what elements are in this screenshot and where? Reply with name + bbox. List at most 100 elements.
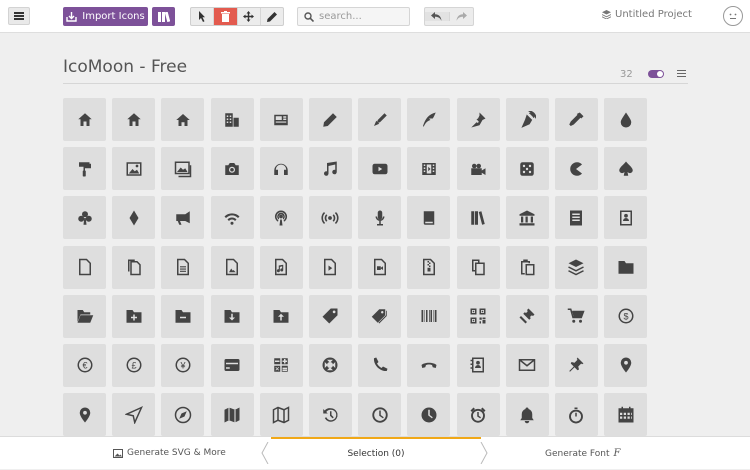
icon-tile[interactable] [210,245,254,289]
icon-tile[interactable] [407,393,451,437]
icon-tile[interactable] [358,147,402,191]
icon-tile[interactable] [112,245,156,289]
icon-tile[interactable] [161,147,205,191]
icon-tile[interactable] [604,147,648,191]
icon-tile[interactable] [407,196,451,240]
icon-tile[interactable]: £ [112,343,156,387]
generate-font-button[interactable]: Generate Font F [545,448,620,459]
icon-tile[interactable] [63,196,106,240]
icon-tile[interactable] [210,343,254,387]
icon-tile[interactable] [554,294,598,338]
icon-tile[interactable] [505,294,549,338]
icon-tile[interactable] [604,98,648,141]
icon-tile[interactable] [358,196,402,240]
icon-tile[interactable] [112,98,156,141]
icon-tile[interactable] [259,196,303,240]
icon-tile[interactable] [308,393,352,437]
icon-tile[interactable] [210,294,254,338]
icon-tile[interactable] [604,245,648,289]
icon-tile[interactable] [505,98,549,141]
icon-set-title[interactable]: IcoMoon - Free [63,57,187,77]
icon-tile[interactable] [505,245,549,289]
icon-tile[interactable] [554,147,598,191]
select-tool[interactable] [191,8,215,25]
icon-tile[interactable] [112,294,156,338]
icon-tile[interactable] [308,343,352,387]
icon-tile[interactable] [358,343,402,387]
move-tool[interactable] [238,8,261,25]
icon-tile[interactable] [308,294,352,338]
icon-tile[interactable] [161,393,205,437]
icon-tile[interactable] [308,147,352,191]
icon-tile[interactable] [63,98,106,141]
edit-tool[interactable] [261,8,283,25]
icon-tile[interactable] [554,196,598,240]
icon-tile[interactable] [505,147,549,191]
icon-tile[interactable] [161,98,205,141]
icon-tile[interactable] [456,294,500,338]
icon-tile[interactable] [505,343,549,387]
user-avatar[interactable] [723,6,743,26]
icon-tile[interactable] [259,98,303,141]
icon-tile[interactable] [456,245,500,289]
icon-tile[interactable] [161,245,205,289]
icon-tile[interactable] [407,98,451,141]
search-field[interactable]: search... [297,7,410,26]
icon-tile[interactable] [358,245,402,289]
icon-tile[interactable]: $ [604,294,648,338]
set-menu-icon[interactable] [677,70,686,77]
icon-tile[interactable] [604,393,648,437]
icon-tile[interactable] [210,147,254,191]
icon-tile[interactable] [358,393,402,437]
icon-tile[interactable] [308,196,352,240]
icon-tile[interactable] [407,294,451,338]
icon-tile[interactable] [358,98,402,141]
generate-svg-button[interactable]: Generate SVG & More [113,448,226,458]
icon-tile[interactable] [554,98,598,141]
icon-tile[interactable] [456,196,500,240]
icon-tile[interactable] [259,294,303,338]
delete-tool[interactable] [214,8,238,25]
icon-tile[interactable] [259,343,303,387]
icon-tile[interactable] [407,343,451,387]
icon-tile[interactable] [456,343,500,387]
icon-tile[interactable] [63,393,106,437]
icon-tile[interactable] [505,393,549,437]
icon-tile[interactable] [210,98,254,141]
icon-tile[interactable]: ¥ [161,343,205,387]
icon-tile[interactable] [505,196,549,240]
main-menu-button[interactable] [8,7,30,25]
icon-tile[interactable] [407,245,451,289]
icon-tile[interactable] [161,196,205,240]
icon-tile[interactable] [554,245,598,289]
icon-tile[interactable] [308,245,352,289]
icon-tile[interactable] [259,245,303,289]
icon-tile[interactable] [259,393,303,437]
icon-tile[interactable] [63,147,106,191]
project-name[interactable]: Untitled Project [602,9,692,20]
icon-tile[interactable] [63,245,106,289]
library-button[interactable] [152,7,175,26]
redo-button[interactable] [450,12,474,21]
icon-tile[interactable] [554,343,598,387]
icon-tile[interactable] [259,147,303,191]
icon-tile[interactable] [604,196,648,240]
icon-tile[interactable] [456,393,500,437]
import-icons-button[interactable]: Import Icons [63,7,148,26]
icon-tile[interactable]: € [63,343,106,387]
icon-tile[interactable] [161,294,205,338]
icon-tile[interactable] [210,393,254,437]
icon-tile[interactable] [358,294,402,338]
icon-tile[interactable] [63,294,106,338]
icon-tile[interactable] [554,393,598,437]
set-toggle[interactable] [648,70,664,78]
icon-tile[interactable] [112,147,156,191]
icon-tile[interactable] [407,147,451,191]
icon-tile[interactable] [308,98,352,141]
selection-tab[interactable]: Selection (0) [265,437,487,470]
icon-tile[interactable] [456,147,500,191]
undo-button[interactable] [425,12,450,21]
icon-tile[interactable] [112,196,156,240]
icon-tile[interactable] [112,393,156,437]
icon-tile[interactable] [456,98,500,141]
